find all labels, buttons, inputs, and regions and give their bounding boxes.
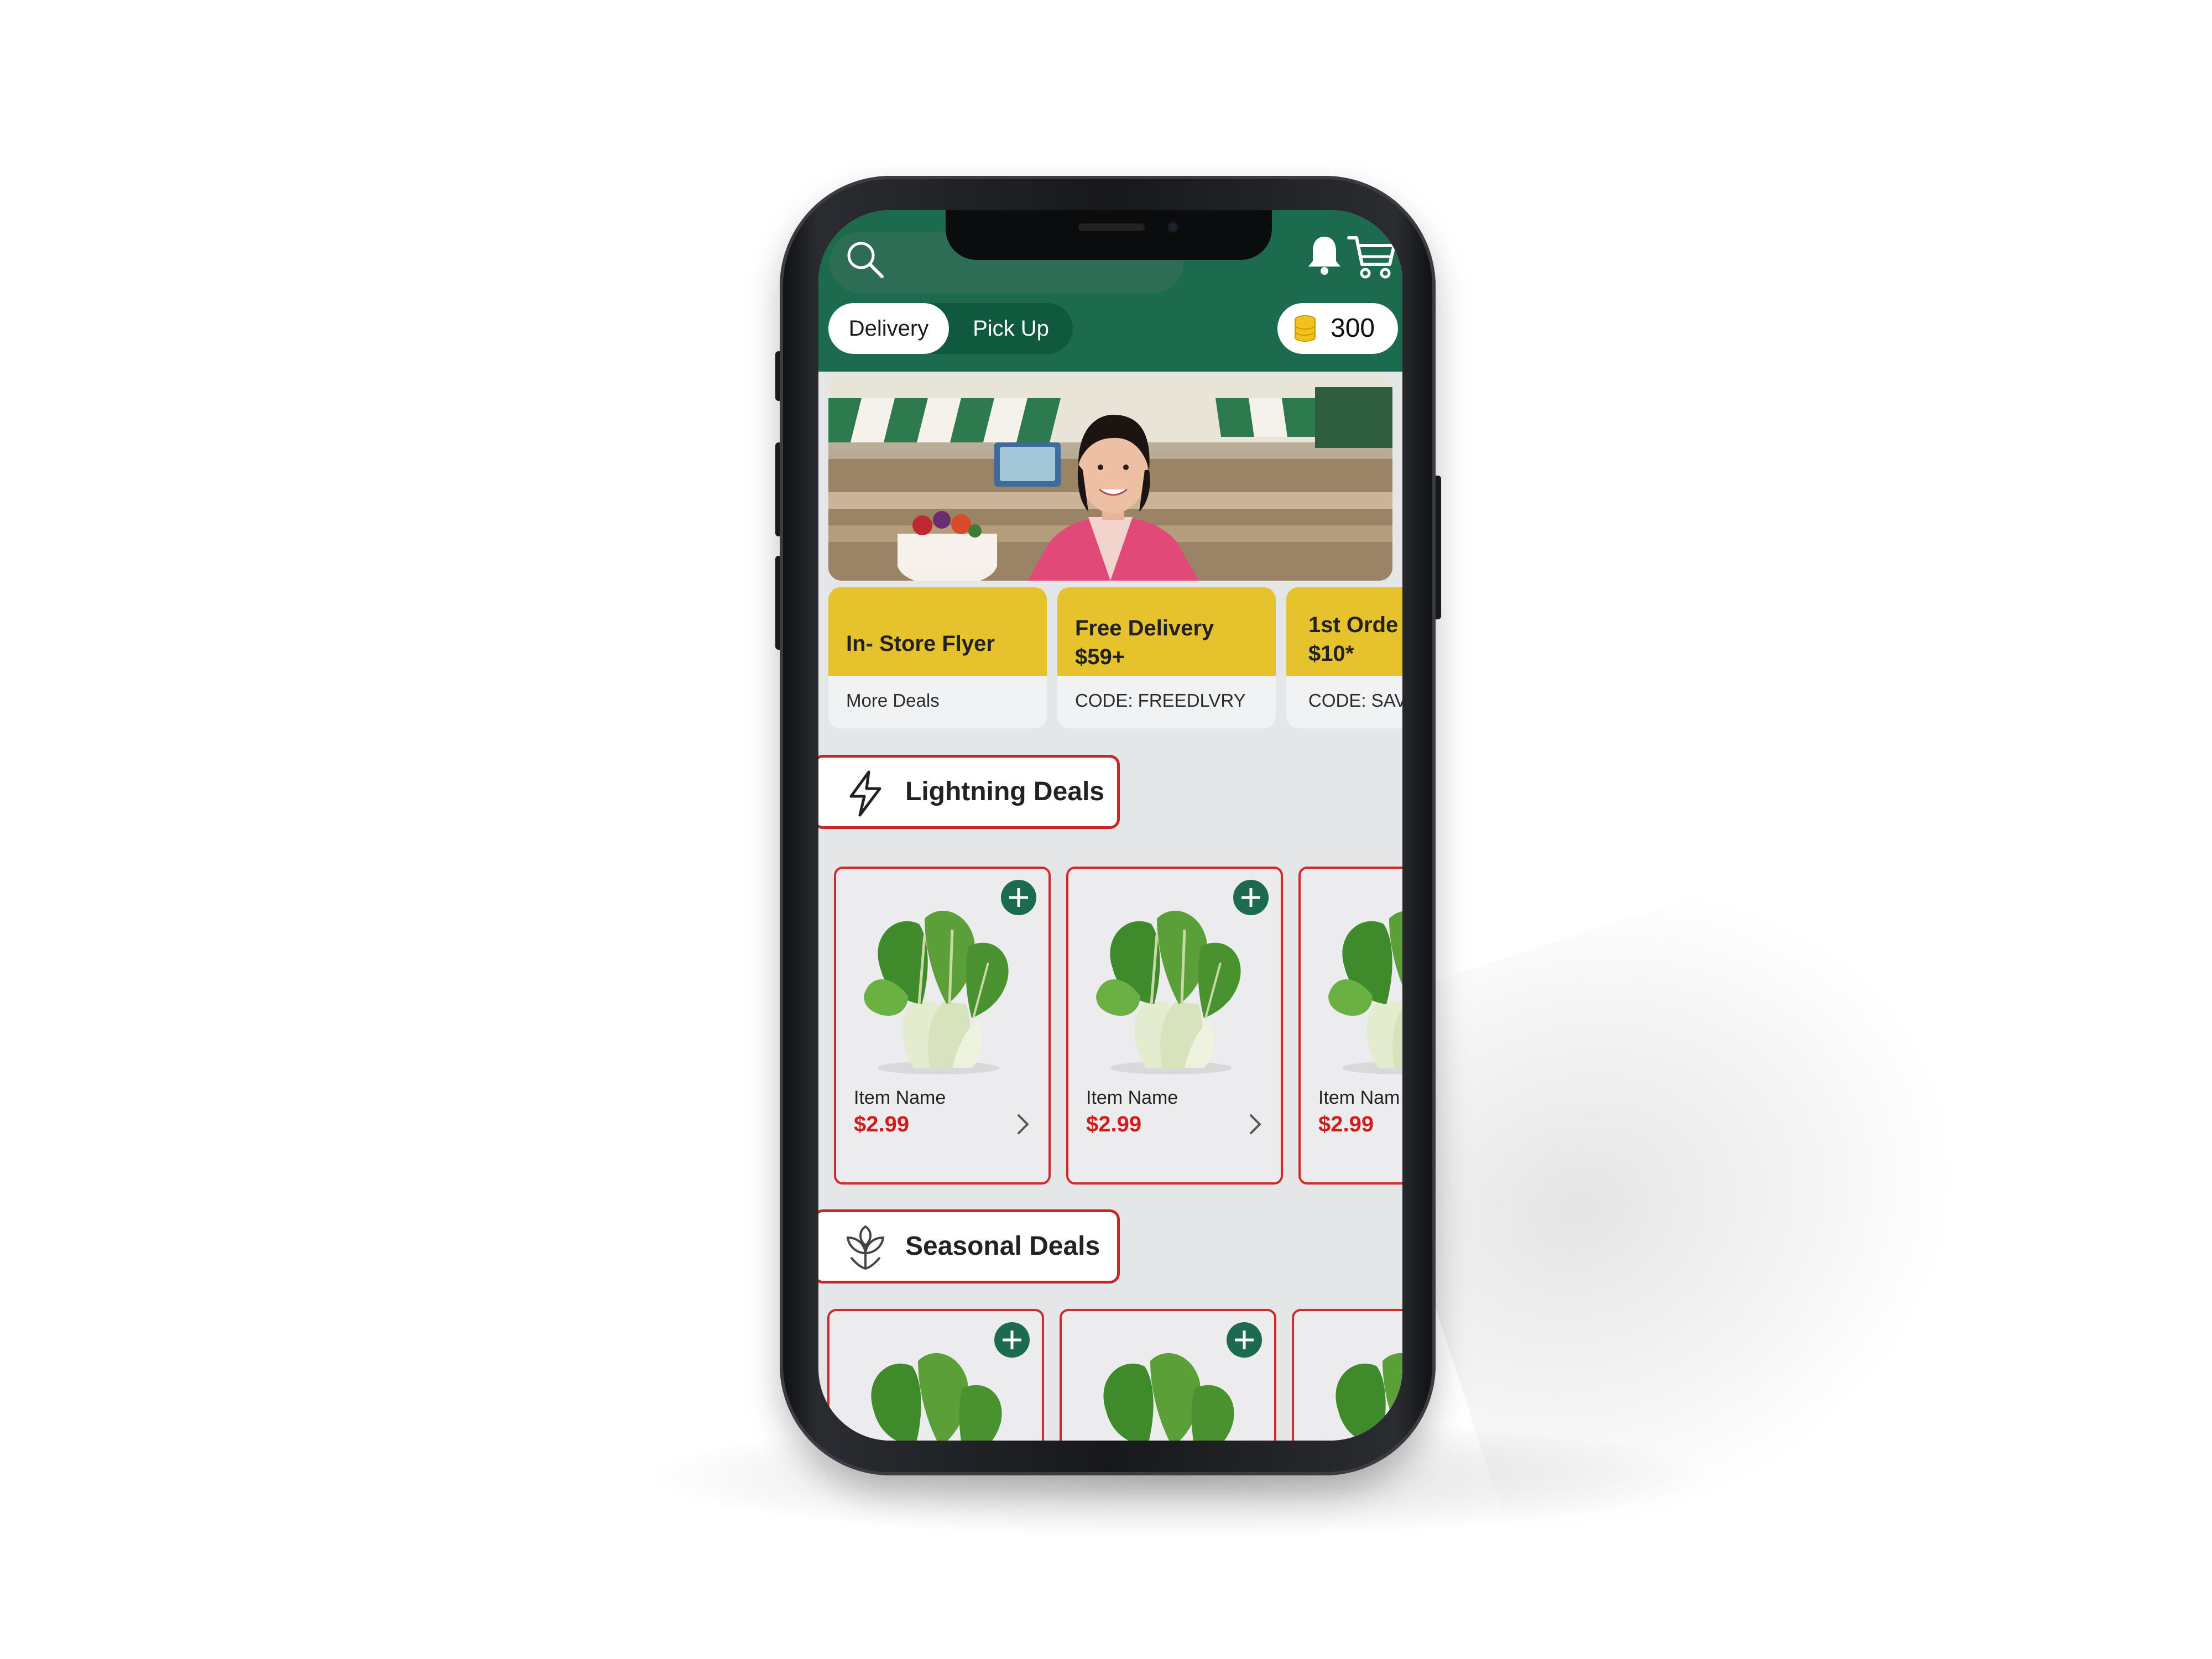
bok-choy-image	[864, 910, 1009, 1074]
item-price: $2.99	[1086, 1112, 1142, 1136]
promo-threshold: $59+	[1075, 645, 1125, 669]
bok-choy-image	[1328, 911, 1402, 1074]
bell-icon[interactable]	[1305, 232, 1344, 276]
promo-card-flyer[interactable]: In- Store Flyer More Deals	[828, 587, 1047, 728]
promo-card-free-delivery[interactable]: Free Delivery $59+ CODE: FREEDLVRY	[1057, 587, 1276, 728]
item-name: Item Name	[854, 1087, 946, 1108]
section-title: Lightning Deals	[905, 777, 1104, 806]
item-price: $2.99	[854, 1112, 910, 1136]
sprout-icon	[846, 1225, 885, 1270]
delivery-mode-toggle[interactable]: Delivery Pick Up	[828, 303, 1073, 354]
product-card[interactable]: Item Name $2.99	[834, 867, 1051, 1185]
item-name: Item Nam	[1318, 1087, 1400, 1108]
chevron-right-icon[interactable]	[1246, 1112, 1264, 1136]
mode-pickup-option[interactable]: Pick Up	[949, 303, 1073, 354]
item-price: $2.99	[1318, 1112, 1374, 1136]
reward-points-pill[interactable]: 300	[1277, 303, 1398, 354]
bok-choy-image	[1096, 910, 1241, 1074]
section-header-lightning-deals[interactable]: Lightning Deals	[818, 755, 1120, 829]
bok-choy-image	[1335, 1353, 1402, 1441]
promo-title: Free Delivery	[1075, 616, 1214, 640]
cart-icon[interactable]	[1347, 232, 1396, 282]
product-card[interactable]: Item Name $2.99	[1066, 867, 1283, 1185]
section-header-seasonal-deals[interactable]: Seasonal Deals	[818, 1209, 1120, 1284]
product-card[interactable]	[1292, 1309, 1402, 1441]
bok-choy-image	[871, 1353, 1002, 1441]
promo-code: CODE: FREEDLVRY	[1075, 690, 1246, 711]
product-card[interactable]: Item Nam $2.99	[1298, 867, 1402, 1185]
front-camera	[1167, 221, 1179, 233]
search-icon[interactable]	[843, 238, 888, 282]
hero-banner[interactable]	[828, 376, 1392, 581]
promo-title: 1st Orde	[1308, 613, 1399, 637]
promo-code: CODE: SAVE	[1308, 690, 1402, 711]
item-name: Item Name	[1086, 1087, 1178, 1108]
coin-stack-icon	[1295, 315, 1316, 342]
promo-subtitle: More Deals	[846, 690, 940, 711]
phone-notch	[946, 210, 1272, 260]
reward-points-value: 300	[1331, 314, 1375, 343]
section-title: Seasonal Deals	[905, 1232, 1100, 1261]
chevron-right-icon[interactable]	[1014, 1112, 1032, 1136]
promo-card-first-order[interactable]: 1st Orde $10* CODE: SAVE	[1286, 587, 1402, 728]
product-card[interactable]	[827, 1309, 1044, 1441]
promo-discount: $10*	[1308, 641, 1354, 666]
bok-choy-image	[1103, 1353, 1234, 1441]
mode-delivery-option[interactable]: Delivery	[828, 303, 949, 354]
app-screen: Delivery Pick Up 300 In- Store Flyer Mor…	[818, 210, 1402, 1441]
speaker-grille	[1078, 223, 1145, 231]
lightning-icon	[849, 770, 881, 817]
promo-title: In- Store Flyer	[846, 632, 995, 656]
hero-banner-image	[828, 376, 1392, 581]
product-card[interactable]	[1060, 1309, 1276, 1441]
